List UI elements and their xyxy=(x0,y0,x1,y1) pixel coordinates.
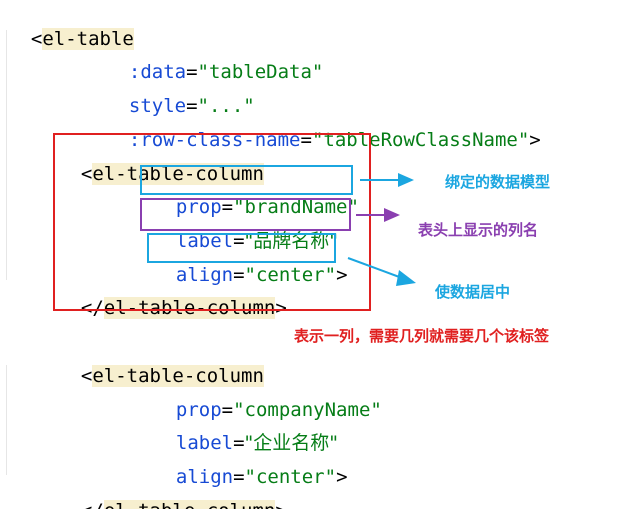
prop-arrow-icon xyxy=(360,173,414,187)
align-arrow-icon xyxy=(347,257,416,286)
annotation-arrows xyxy=(347,173,416,286)
align-annotation: 使数据居中 xyxy=(435,283,511,301)
label-annotation: 表头上显示的列名 xyxy=(418,221,539,239)
column-annotation: 表示一列，需要几列就需要几个该标签 xyxy=(294,327,550,345)
prop-annotation: 绑定的数据模型 xyxy=(445,173,551,191)
label-arrow-icon xyxy=(356,208,400,222)
